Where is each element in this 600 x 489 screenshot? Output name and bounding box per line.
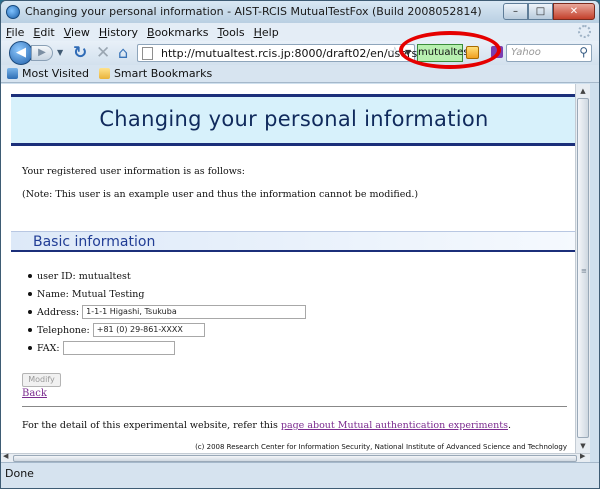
- fax-label: FAX:: [37, 342, 60, 354]
- title-bar[interactable]: Changing your personal information - AIS…: [1, 1, 599, 23]
- page-content: Changing your personal information Your …: [1, 84, 575, 462]
- forward-button[interactable]: ▶: [31, 45, 53, 61]
- window-controls: – □ ✕: [503, 3, 595, 20]
- page-header: Changing your personal information: [11, 97, 575, 143]
- bullet: [28, 274, 32, 278]
- user-fields-list: user ID: mutualtest Name: Mutual Testing…: [28, 267, 307, 357]
- stop-icon[interactable]: ✕: [96, 43, 110, 63]
- horizontal-scroll-thumb[interactable]: [13, 455, 577, 462]
- user-id-text: user ID: mutualtest: [37, 270, 131, 282]
- header-bottom-rule: [11, 143, 575, 146]
- note-text: (Note: This user is an example user and …: [22, 189, 419, 200]
- folder-icon: [98, 68, 110, 79]
- address-field[interactable]: 1-1-1 Higashi, Tsukuba: [82, 305, 307, 319]
- close-button[interactable]: ✕: [553, 3, 595, 20]
- list-item: user ID: mutualtest: [28, 267, 306, 285]
- maximize-button[interactable]: □: [528, 3, 553, 20]
- bookmark-smart-bookmarks[interactable]: Smart Bookmarks: [114, 67, 212, 80]
- throbber-icon: [578, 25, 591, 38]
- list-item: Telephone: +81 (0) 29-861-XXXX: [28, 321, 306, 339]
- back-link[interactable]: Back: [22, 388, 47, 399]
- menu-tools[interactable]: Tools: [217, 26, 244, 39]
- status-bar: Done: [1, 462, 599, 488]
- status-text: Done: [5, 467, 34, 480]
- bookmark-most-visited[interactable]: Most Visited: [22, 67, 89, 80]
- page-icon: [142, 47, 153, 60]
- vertical-scroll-thumb[interactable]: ≡: [577, 98, 589, 438]
- telephone-label: Telephone:: [37, 324, 90, 336]
- back-button[interactable]: ◀: [9, 41, 33, 65]
- menu-help[interactable]: Help: [254, 26, 279, 39]
- fax-field[interactable]: [62, 341, 175, 355]
- detail-text: For the detail of this experimental webs…: [22, 420, 511, 431]
- divider: [22, 406, 567, 407]
- url-bar[interactable]: http://mutualtest.rcis.jp:8000/draft02/e…: [137, 44, 446, 62]
- menu-file[interactable]: File: [6, 26, 24, 39]
- copyright-text: (c) 2008 Research Center for Information…: [195, 443, 567, 451]
- scroll-down-arrow-icon[interactable]: ▼: [576, 439, 590, 453]
- search-icon[interactable]: ⚲: [579, 45, 588, 59]
- bookmarks-toolbar: Most Visited Smart Bookmarks: [1, 65, 599, 83]
- search-bar[interactable]: Yahoo ⚲: [506, 44, 592, 62]
- address-label: Address:: [37, 306, 80, 318]
- name-text: Name: Mutual Testing: [37, 288, 145, 300]
- vertical-scrollbar[interactable]: ▲ ≡ ▼: [575, 84, 590, 454]
- navigation-toolbar: ◀ ▶ ▼ ↻ ✕ ⌂ http://mutualtest.rcis.jp:80…: [1, 41, 599, 65]
- minimize-button[interactable]: –: [503, 3, 528, 20]
- page-title: Changing your personal information: [99, 107, 489, 131]
- modify-button[interactable]: Modify: [22, 373, 61, 387]
- detail-prefix: For the detail of this experimental webs…: [22, 420, 281, 431]
- section-header: Basic information: [11, 231, 575, 252]
- firefox-icon: [6, 5, 20, 19]
- list-item: Address: 1-1-1 Higashi, Tsukuba: [28, 303, 307, 321]
- telephone-field[interactable]: +81 (0) 29-861-XXXX: [92, 323, 205, 337]
- experiments-link[interactable]: page about Mutual authentication experim…: [281, 420, 508, 431]
- scroll-up-arrow-icon[interactable]: ▲: [576, 84, 590, 98]
- list-item: FAX:: [28, 339, 306, 357]
- horizontal-scrollbar[interactable]: ◀ ▶: [1, 452, 590, 462]
- detail-suffix: .: [507, 420, 511, 431]
- menu-history[interactable]: History: [99, 26, 138, 39]
- grip-icon: ≡: [581, 267, 587, 275]
- scroll-right-arrow-icon[interactable]: ▶: [580, 452, 585, 460]
- home-icon[interactable]: ⌂: [118, 43, 128, 62]
- menu-view[interactable]: View: [64, 26, 90, 39]
- most-visited-icon: [7, 68, 18, 79]
- scroll-left-arrow-icon[interactable]: ◀: [3, 452, 8, 460]
- bullet: [28, 328, 32, 332]
- bullet: [28, 292, 32, 296]
- reload-icon[interactable]: ↻: [73, 43, 87, 63]
- menu-edit[interactable]: Edit: [33, 26, 54, 39]
- window-title: Changing your personal information - AIS…: [25, 5, 482, 18]
- highlight-annotation: [399, 31, 501, 69]
- section-title: Basic information: [33, 234, 156, 250]
- browser-window: Changing your personal information - AIS…: [0, 0, 600, 489]
- bullet: [28, 346, 32, 350]
- intro-text: Your registered user information is as f…: [22, 166, 245, 177]
- menu-bar: File Edit View History Bookmarks Tools H…: [1, 23, 599, 41]
- bullet: [28, 310, 32, 314]
- menu-bookmarks[interactable]: Bookmarks: [147, 26, 208, 39]
- history-dropdown-icon[interactable]: ▼: [57, 46, 67, 60]
- list-item: Name: Mutual Testing: [28, 285, 306, 303]
- search-placeholder: Yahoo: [511, 47, 541, 58]
